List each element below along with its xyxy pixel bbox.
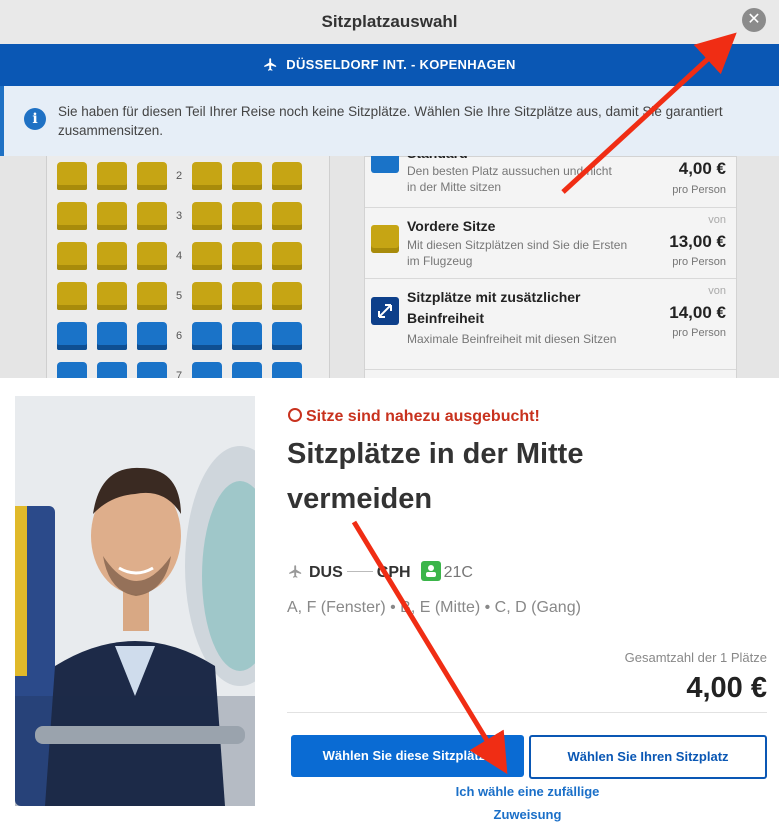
seat-4B[interactable] (97, 242, 127, 270)
seat-5D[interactable] (192, 282, 222, 310)
seat-2C[interactable] (137, 162, 167, 190)
seat-2D[interactable] (192, 162, 222, 190)
info-icon: i (24, 108, 46, 130)
seat-6D[interactable] (192, 322, 222, 350)
seat-7E[interactable] (232, 362, 262, 378)
row-number: 2 (175, 170, 183, 182)
seat-3A[interactable] (57, 202, 87, 230)
pricing-list: Standard Den besten Platz aussuchen und … (364, 156, 737, 378)
seat-2E[interactable] (232, 162, 262, 190)
pricing-desc: Maximale Beinfreiheit mit diesen Sitzen (407, 332, 617, 346)
pricing-desc: Den besten Platz aussuchen und nicht in … (407, 164, 612, 194)
front-seat-icon (371, 225, 399, 253)
pricing-amount: 14,00 € (669, 303, 726, 322)
choose-these-seats-button[interactable]: Wählen Sie diese Sitzplätze (291, 735, 524, 777)
pricing-name: Vordere Sitze (407, 218, 496, 234)
seat-5A[interactable] (57, 282, 87, 310)
row-number: 4 (175, 250, 183, 262)
seat-4C[interactable] (137, 242, 167, 270)
pricing-name: Sitzplätze mit zusätzlicher Beinfreiheit (407, 289, 581, 326)
origin-code: DUS (309, 564, 343, 581)
row-number: 6 (175, 330, 183, 342)
route-label: DÜSSELDORF INT. - KOPENHAGEN (286, 57, 516, 72)
destination-code: CPH (376, 564, 411, 581)
plane-icon (264, 58, 277, 71)
info-text: Sie haben für diesen Teil Ihrer Reise no… (58, 104, 723, 138)
seat-map-area: 2 3 4 5 6 7 Standard Den besten Platz aussuch… (0, 156, 779, 378)
passenger-photo (15, 396, 255, 806)
seat-3F[interactable] (272, 202, 302, 230)
seat-3C[interactable] (137, 202, 167, 230)
pricing-amount: 13,00 € (669, 232, 726, 251)
total-label: Gesamtzahl der 1 Plätze (624, 650, 767, 665)
seat-5C[interactable] (137, 282, 167, 310)
seat-3D[interactable] (192, 202, 222, 230)
row-number: 5 (175, 290, 183, 302)
seat-4F[interactable] (272, 242, 302, 270)
seat-6E[interactable] (232, 322, 262, 350)
pricing-per: pro Person (672, 184, 726, 196)
upsell-panel: Sitze sind nahezu ausgebucht! Sitzplätze… (0, 378, 779, 822)
pricing-per: pro Person (672, 256, 726, 268)
seat-4D[interactable] (192, 242, 222, 270)
seat-2F[interactable] (272, 162, 302, 190)
seat-legend: A, F (Fenster) • B, E (Mitte) • C, D (Ga… (287, 599, 581, 616)
route-bar: DÜSSELDORF INT. - KOPENHAGEN (0, 44, 779, 86)
seat-5F[interactable] (272, 282, 302, 310)
random-assignment-link[interactable]: Ich wähle eine zufällige Zuweisung (430, 780, 625, 826)
seat-3B[interactable] (97, 202, 127, 230)
headline: Sitzplätze in der Mitte vermeiden (287, 438, 584, 515)
seat-7C[interactable] (137, 362, 167, 378)
pricing-from: von (708, 214, 726, 226)
seat-5E[interactable] (232, 282, 262, 310)
divider (287, 712, 767, 713)
row-number: 3 (175, 210, 183, 222)
seat-2A[interactable] (57, 162, 87, 190)
warning-text: Sitze sind nahezu ausgebucht! (288, 408, 540, 426)
close-icon[interactable]: ✕ (742, 8, 766, 32)
seat-2B[interactable] (97, 162, 127, 190)
flight-summary: DUS CPH 21C (288, 561, 473, 582)
seat-7A[interactable] (57, 362, 87, 378)
pricing-item-front[interactable]: Vordere Sitze Mit diesen Sitzplätzen sin… (365, 207, 736, 279)
extra-legroom-icon (371, 297, 399, 325)
info-banner: i Sie haben für diesen Teil Ihrer Reise … (0, 86, 779, 156)
pricing-amount: 4,00 € (678, 159, 726, 178)
seat-7D[interactable] (192, 362, 222, 378)
seat-6A[interactable] (57, 322, 87, 350)
pricing-desc: Mit diesen Sitzplätzen sind Sie die Erst… (407, 238, 628, 268)
seat-7F[interactable] (272, 362, 302, 378)
pricing-from: von (708, 285, 726, 297)
modal-title: Sitzplatzauswahl (321, 12, 458, 31)
pricing-item-standard[interactable]: Standard Den besten Platz aussuchen und … (365, 156, 736, 208)
seat-5B[interactable] (97, 282, 127, 310)
seat-icon (420, 561, 441, 581)
cabin: 2 3 4 5 6 7 (46, 156, 330, 378)
seat-6C[interactable] (137, 322, 167, 350)
clock-icon (288, 408, 302, 422)
choose-your-seat-button[interactable]: Wählen Sie Ihren Sitzplatz (529, 735, 767, 779)
row-number: 7 (175, 370, 183, 378)
pricing-per: pro Person (672, 327, 726, 339)
seat-7B[interactable] (97, 362, 127, 378)
seat-6F[interactable] (272, 322, 302, 350)
seat-6B[interactable] (97, 322, 127, 350)
modal-header: Sitzplatzauswahl ✕ (0, 0, 779, 45)
seat-4A[interactable] (57, 242, 87, 270)
standard-seat-icon (371, 156, 399, 173)
seat-4E[interactable] (232, 242, 262, 270)
seat-3E[interactable] (232, 202, 262, 230)
pricing-item-legroom[interactable]: Sitzplätze mit zusätzlicher Beinfreiheit… (365, 279, 736, 370)
total-price: 4,00 € (686, 672, 767, 704)
seat-number: 21C (443, 564, 473, 581)
plane-icon (289, 565, 302, 578)
